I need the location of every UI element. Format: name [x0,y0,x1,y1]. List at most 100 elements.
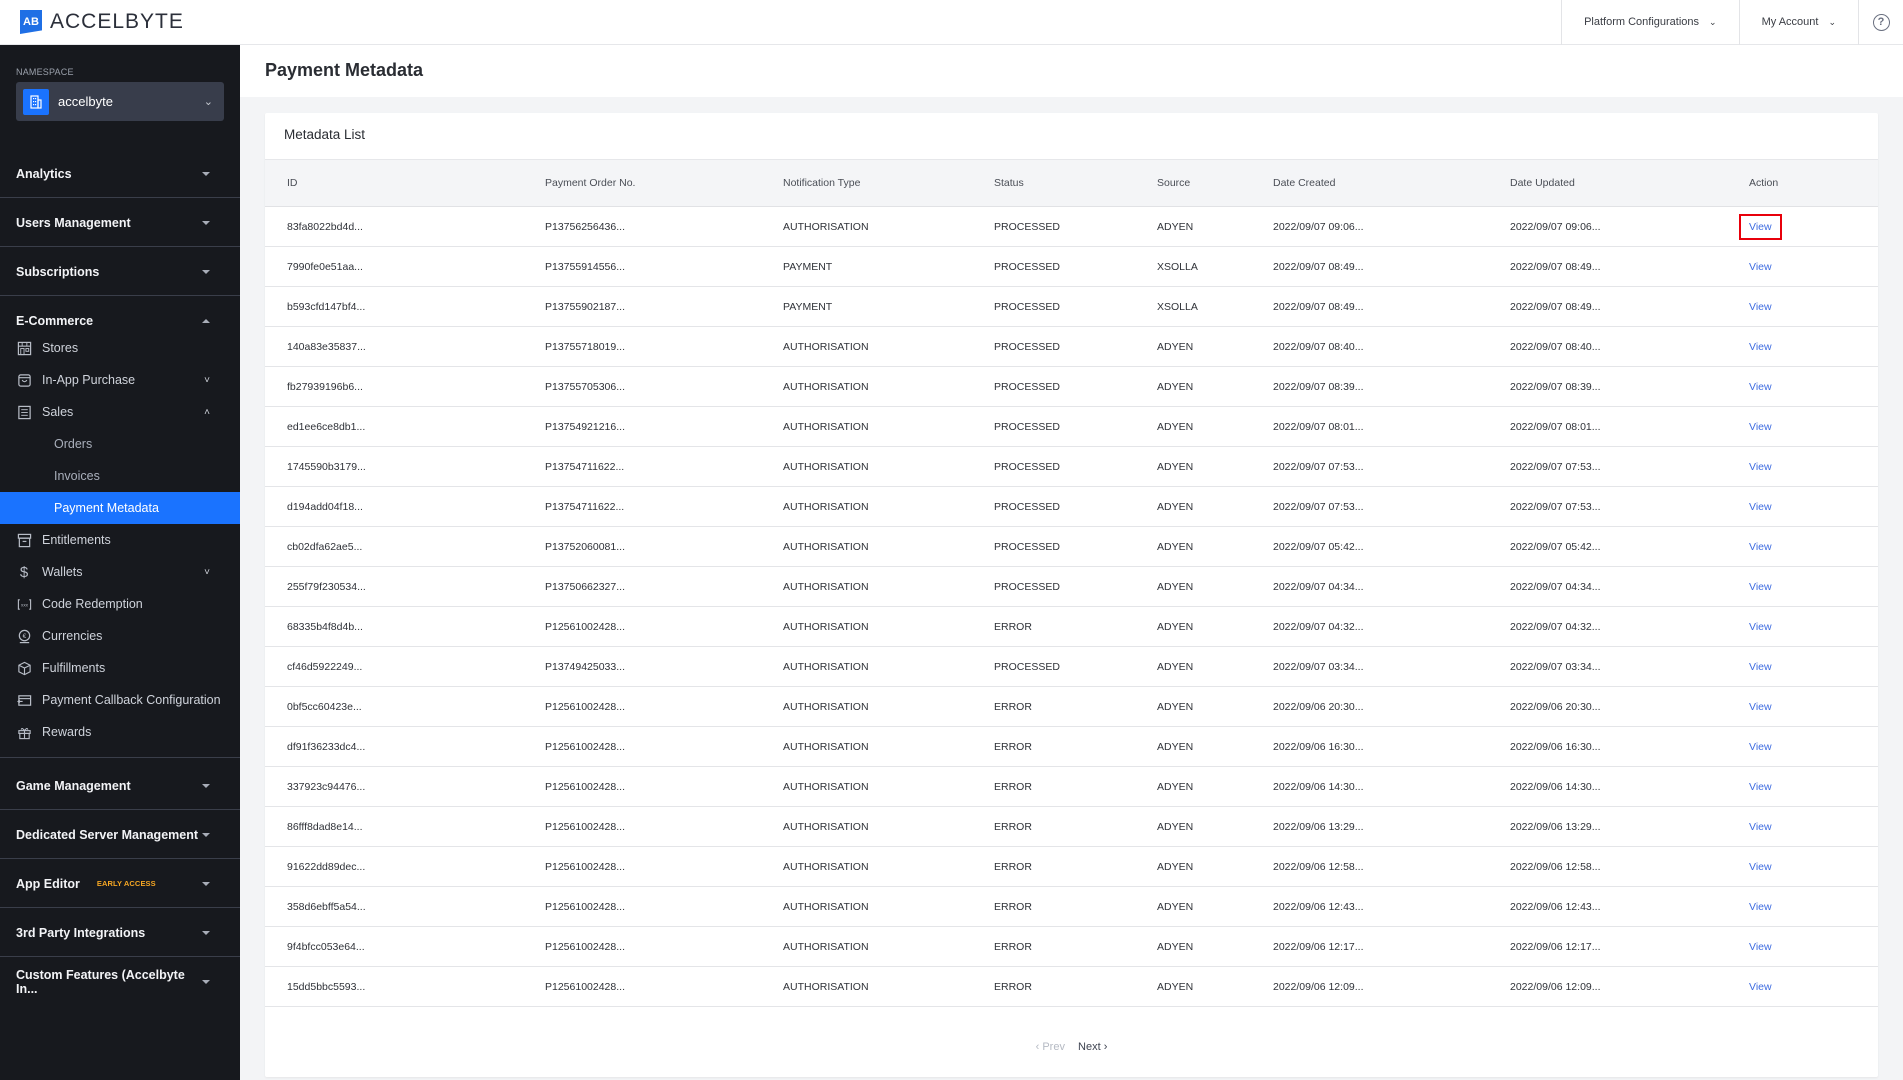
cell-payment-order-no: P13756256436... [545,220,625,233]
cell-payment-order-no: P12561002428... [545,860,625,873]
cell-status: ERROR [994,700,1032,713]
view-link[interactable]: View [1749,581,1772,593]
cell-source: ADYEN [1157,220,1194,233]
sidebar-item-stores[interactable]: Stores [0,332,240,364]
logo[interactable]: AB ACCELBYTE [20,10,184,34]
cell-notification-type: PAYMENT [783,300,833,313]
sidebar-item-rewards[interactable]: Rewards [0,716,240,748]
cell-status: PROCESSED [994,260,1060,273]
top-header: AB ACCELBYTE Platform Configurations ⌄ M… [0,0,1903,45]
sidebar-item-entitlements[interactable]: Entitlements [0,524,240,556]
view-link[interactable]: View [1749,461,1772,473]
cell-payment-order-no: P13749425033... [545,660,625,673]
sidebar-section-custom-features[interactable]: Custom Features (Accelbyte In... [0,958,240,1006]
cell-notification-type: AUTHORISATION [783,420,869,433]
cell-notification-type: AUTHORISATION [783,780,869,793]
namespace-value: accelbyte [58,94,113,109]
cell-payment-order-no: P13755914556... [545,260,625,273]
sidebar-item-in-app-purchase[interactable]: In-App Purchase ˅ [0,364,240,396]
section-label: 3rd Party Integrations [16,925,146,940]
view-link[interactable]: View [1749,301,1772,313]
view-link[interactable]: View [1749,741,1772,753]
sidebar-item-orders[interactable]: Orders [0,428,240,460]
chevron-up-icon: ˄ [204,406,210,418]
view-link[interactable]: View [1749,861,1772,873]
sidebar-section-app-editor[interactable]: App Editor EARLY ACCESS [0,860,240,908]
column-header-status: Status [994,177,1024,189]
sidebar-item-code-redemption[interactable]: xxx Code Redemption [0,588,240,620]
view-link[interactable]: View [1749,781,1772,793]
cell-id: cf46d5922249... [287,660,363,673]
nav-label: Payment Callback Configuration [42,693,221,707]
cell-payment-order-no: P12561002428... [545,620,625,633]
view-link[interactable]: View [1749,261,1772,273]
nav-label: Rewards [42,725,92,739]
cell-status: ERROR [994,980,1032,993]
cell-payment-order-no: P12561002428... [545,980,625,993]
help-button[interactable]: ? [1858,0,1903,45]
sidebar-item-sales[interactable]: Sales ˄ [0,396,240,428]
view-link[interactable]: View [1749,701,1772,713]
cell-notification-type: AUTHORISATION [783,980,869,993]
sidebar-item-payment-callback-configuration[interactable]: Payment Callback Configuration [0,684,240,716]
sidebar-section-dedicated-server-management[interactable]: Dedicated Server Management [0,811,240,859]
sidebar-section-subscriptions[interactable]: Subscriptions [0,248,240,296]
namespace-label: NAMESPACE [16,67,74,77]
cell-date-created: 2022/09/06 16:30... [1273,740,1364,753]
cell-source: ADYEN [1157,620,1194,633]
view-link[interactable]: View [1749,821,1772,833]
view-link[interactable]: View [1749,621,1772,633]
prev-page-button[interactable]: ‹ Prev [1036,1041,1065,1053]
cell-date-updated: 2022/09/06 16:30... [1510,740,1601,753]
sidebar-section-3rd-party-integrations[interactable]: 3rd Party Integrations [0,909,240,957]
table-row: 337923c94476... P12561002428... AUTHORISAT… [265,767,1878,807]
view-link[interactable]: View [1749,501,1772,513]
sidebar-section-game-management[interactable]: Game Management [0,762,240,810]
platform-configurations-menu[interactable]: Platform Configurations ⌄ [1561,0,1739,45]
view-link[interactable]: View [1749,381,1772,393]
view-link[interactable]: View [1749,981,1772,993]
namespace-select[interactable]: accelbyte ⌄ [16,82,224,121]
cell-payment-order-no: P12561002428... [545,700,625,713]
cell-id: 15dd5bbc5593... [287,980,366,993]
view-link[interactable]: View [1749,341,1772,353]
view-link[interactable]: View [1749,541,1772,553]
dollar-icon: $ [19,563,29,581]
sidebar-item-fulfillments[interactable]: Fulfillments [0,652,240,684]
view-link[interactable]: View [1739,213,1782,240]
currency-icon: € [16,628,32,644]
sidebar-section-analytics[interactable]: Analytics [0,150,240,198]
sidebar-section-users-management[interactable]: Users Management [0,199,240,247]
cell-notification-type: AUTHORISATION [783,340,869,353]
cell-date-created: 2022/09/06 14:30... [1273,780,1364,793]
cell-payment-order-no: P13755718019... [545,340,625,353]
caret-down-icon [202,881,210,886]
cell-status: ERROR [994,780,1032,793]
platform-configurations-label: Platform Configurations [1584,16,1700,28]
view-link[interactable]: View [1749,901,1772,913]
my-account-menu[interactable]: My Account ⌄ [1738,0,1858,45]
cell-notification-type: AUTHORISATION [783,460,869,473]
sidebar-item-payment-metadata[interactable]: Payment Metadata [0,492,240,524]
table-row: 255f79f230534... P13750662327... AUTHORISA… [265,567,1878,607]
sidebar-item-wallets[interactable]: $ Wallets ˅ [0,556,240,588]
table-row: cb02dfa62ae5... P13752060081... AUTHORISAT… [265,527,1878,567]
cell-date-updated: 2022/09/07 03:34... [1510,660,1601,673]
view-link[interactable]: View [1749,421,1772,433]
sidebar-item-currencies[interactable]: € Currencies [0,620,240,652]
cell-id: 83fa8022bd4d... [287,220,363,233]
cell-date-created: 2022/09/07 08:01... [1273,420,1364,433]
table-row: 68335b4f8d4b... P12561002428... AUTHORISAT… [265,607,1878,647]
next-page-button[interactable]: Next › [1078,1041,1107,1053]
cell-date-updated: 2022/09/07 07:53... [1510,460,1601,473]
page-header: Payment Metadata [240,45,1903,97]
cell-payment-order-no: P12561002428... [545,740,625,753]
cell-status: PROCESSED [994,340,1060,353]
table-body: 83fa8022bd4d... P13756256436... AUTHORISAT… [265,207,1878,1007]
cell-source: ADYEN [1157,660,1194,673]
table-row: 83fa8022bd4d... P13756256436... AUTHORISAT… [265,207,1878,247]
table-row: df91f36233dc4... P12561002428... AUTHORISA… [265,727,1878,767]
view-link[interactable]: View [1749,941,1772,953]
sidebar-item-invoices[interactable]: Invoices [0,460,240,492]
view-link[interactable]: View [1749,661,1772,673]
